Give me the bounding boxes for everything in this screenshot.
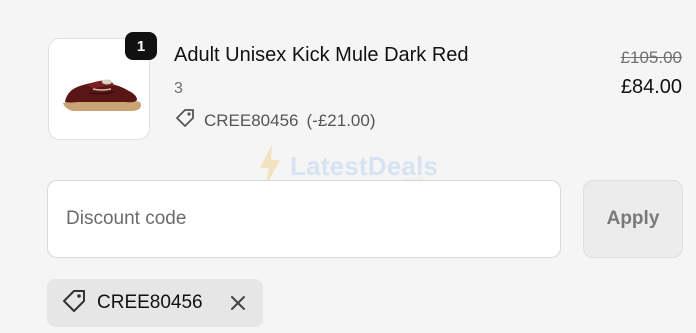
remove-code-button[interactable] (227, 292, 249, 314)
applied-discount-line: CREE80456 (-£21.00) (174, 107, 376, 134)
discount-amount-text: (-£21.00) (306, 110, 376, 130)
quantity-value: 1 (136, 37, 146, 55)
discount-code-input[interactable] (47, 180, 561, 258)
apply-button[interactable]: Apply (583, 180, 683, 258)
tag-icon (61, 288, 87, 319)
discount-code-text: CREE80456 (204, 110, 299, 130)
product-title: Adult Unisex Kick Mule Dark Red (174, 44, 469, 66)
applied-code-label: CREE80456 (97, 292, 203, 313)
tag-icon (174, 107, 196, 134)
quantity-badge: 1 (125, 32, 157, 60)
price-original: £105.00 (620, 48, 682, 67)
close-icon (231, 296, 245, 310)
product-variant: 3 (174, 80, 183, 97)
price-final: £84.00 (620, 76, 682, 98)
applied-code-chip: CREE80456 (47, 279, 263, 327)
